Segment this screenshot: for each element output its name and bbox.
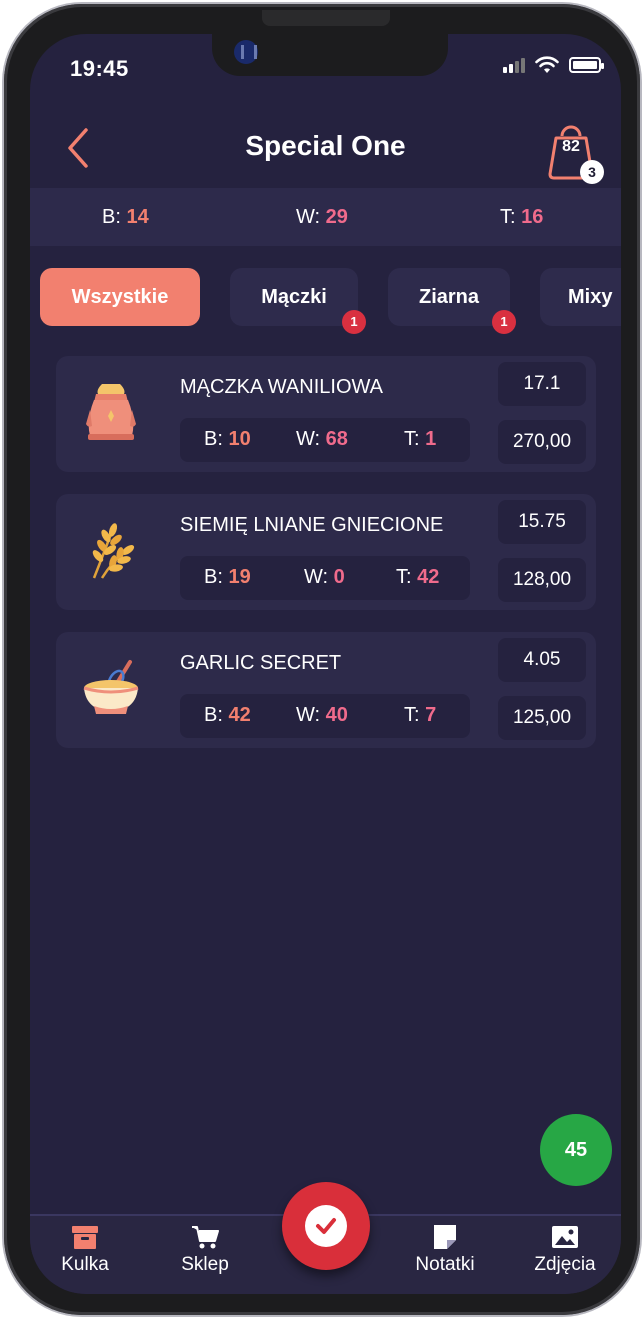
nav-label: Notatki (415, 1254, 475, 1275)
signal-icon (503, 57, 525, 73)
status-icons (503, 56, 604, 74)
macro-b-value: 10 (228, 428, 251, 450)
wheat-icon (92, 523, 135, 579)
nav-label: Zdjęcia (534, 1254, 596, 1275)
product-value-bottom[interactable]: 128,00 (498, 558, 586, 602)
tab-badge: 1 (492, 310, 516, 334)
header: Special One 82 3 (30, 114, 621, 184)
product-value-bottom[interactable]: 270,00 (498, 420, 586, 464)
macro-t-value: 7 (425, 704, 437, 726)
nav-zdjecia[interactable]: Zdjęcia (520, 1224, 610, 1276)
bag-count: 82 (562, 138, 580, 155)
macro-t: T: 42 (396, 566, 440, 588)
confirm-button[interactable] (282, 1182, 370, 1270)
nav-notatki[interactable]: Notatki (400, 1224, 490, 1276)
tab-ziarna[interactable]: Ziarna 1 (388, 268, 516, 334)
tab-label: Mixy (568, 285, 613, 308)
product-card[interactable]: GARLIC SECRET B: 42 W: 40 T: 7 4.05 125,… (56, 632, 596, 748)
tab-label: Ziarna (418, 285, 480, 308)
image-icon (552, 1226, 578, 1248)
macro-summary-bar: B: 14 W: 29 T: 16 (30, 188, 621, 246)
product-card[interactable]: SIEMIĘ LNIANE GNIECIONE B: 19 W: 0 T: 42… (56, 494, 596, 610)
product-value-top[interactable]: 17.1 (498, 362, 586, 406)
shopping-bag-button[interactable]: 82 3 (548, 122, 604, 184)
category-tabs: Wszystkie Mączki 1 Ziarna 1 Mixy (40, 268, 621, 334)
floating-count-button[interactable]: 45 (540, 1114, 612, 1186)
tab-mixy[interactable]: Mixy (540, 268, 621, 326)
macro-w-value: 68 (325, 428, 348, 450)
app-screen: 19:45 Special One 82 3 B: 14 W: 29 T: 16… (30, 34, 621, 1294)
nav-label: Kulka (61, 1254, 109, 1275)
cart-icon (192, 1226, 219, 1249)
phone-notch (212, 34, 448, 76)
product-name: MĄCZKA WANILIOWA (180, 376, 383, 398)
bag-badge: 3 (580, 160, 604, 184)
tab-maczki[interactable]: Mączki 1 (230, 268, 366, 334)
wifi-icon (535, 56, 559, 73)
macro-w: W: 0 (304, 566, 345, 588)
macro-t-value: 42 (417, 566, 440, 588)
product-macros: B: 42 W: 40 T: 7 (180, 694, 470, 738)
macro-b: B: 10 (204, 428, 251, 450)
nav-label: Sklep (181, 1254, 229, 1275)
macro-b-value: 42 (228, 704, 251, 726)
macro-b-value: 19 (228, 566, 251, 588)
tab-badge: 1 (342, 310, 366, 334)
summary-w-value: 29 (325, 206, 348, 228)
flour-sack-icon (86, 384, 136, 440)
phone-frame: 19:45 Special One 82 3 B: 14 W: 29 T: 16… (4, 4, 640, 1315)
macro-t: T: 1 (404, 428, 437, 450)
phone-top-edge (262, 10, 390, 26)
macro-t-value: 1 (425, 428, 437, 450)
nav-sklep[interactable]: Sklep (160, 1224, 250, 1276)
summary-t-value: 16 (521, 206, 544, 228)
product-value-top[interactable]: 4.05 (498, 638, 586, 682)
product-macros: B: 19 W: 0 T: 42 (180, 556, 470, 600)
page-title: Special One (245, 130, 406, 161)
product-value-top[interactable]: 15.75 (498, 500, 586, 544)
product-value-bottom[interactable]: 125,00 (498, 696, 586, 740)
macro-w-value: 0 (333, 566, 345, 588)
bottom-nav: Kulka Sklep Notatki Zdjęcia (30, 1182, 621, 1294)
macro-b: B: 19 (204, 566, 251, 588)
summary-b-value: 14 (126, 206, 149, 228)
macro-w: W: 40 (296, 704, 348, 726)
product-macros: B: 10 W: 68 T: 1 (180, 418, 470, 462)
nav-kulka[interactable]: Kulka (40, 1224, 130, 1276)
macro-t: T: 7 (404, 704, 437, 726)
product-name: GARLIC SECRET (180, 652, 342, 674)
archive-box-icon (72, 1226, 98, 1249)
note-icon (434, 1225, 456, 1249)
tab-label: Mączki (261, 285, 327, 308)
tab-label: Wszystkie (71, 285, 169, 308)
summary-w: W: 29 (296, 206, 348, 228)
product-card[interactable]: MĄCZKA WANILIOWA B: 10 W: 68 T: 1 17.1 2… (56, 356, 596, 472)
macro-w: W: 68 (296, 428, 348, 450)
battery-icon (569, 57, 604, 73)
product-name: SIEMIĘ LNIANE GNIECIONE (180, 514, 444, 536)
macro-w-value: 40 (325, 704, 348, 726)
macro-b: B: 42 (204, 704, 251, 726)
summary-b: B: 14 (102, 206, 149, 228)
tab-wszystkie[interactable]: Wszystkie (40, 268, 200, 326)
camera-icon (234, 40, 258, 64)
status-time: 19:45 (70, 56, 129, 81)
mixing-bowl-icon (83, 660, 139, 714)
summary-t: T: 16 (500, 206, 544, 228)
check-icon (305, 1205, 347, 1247)
